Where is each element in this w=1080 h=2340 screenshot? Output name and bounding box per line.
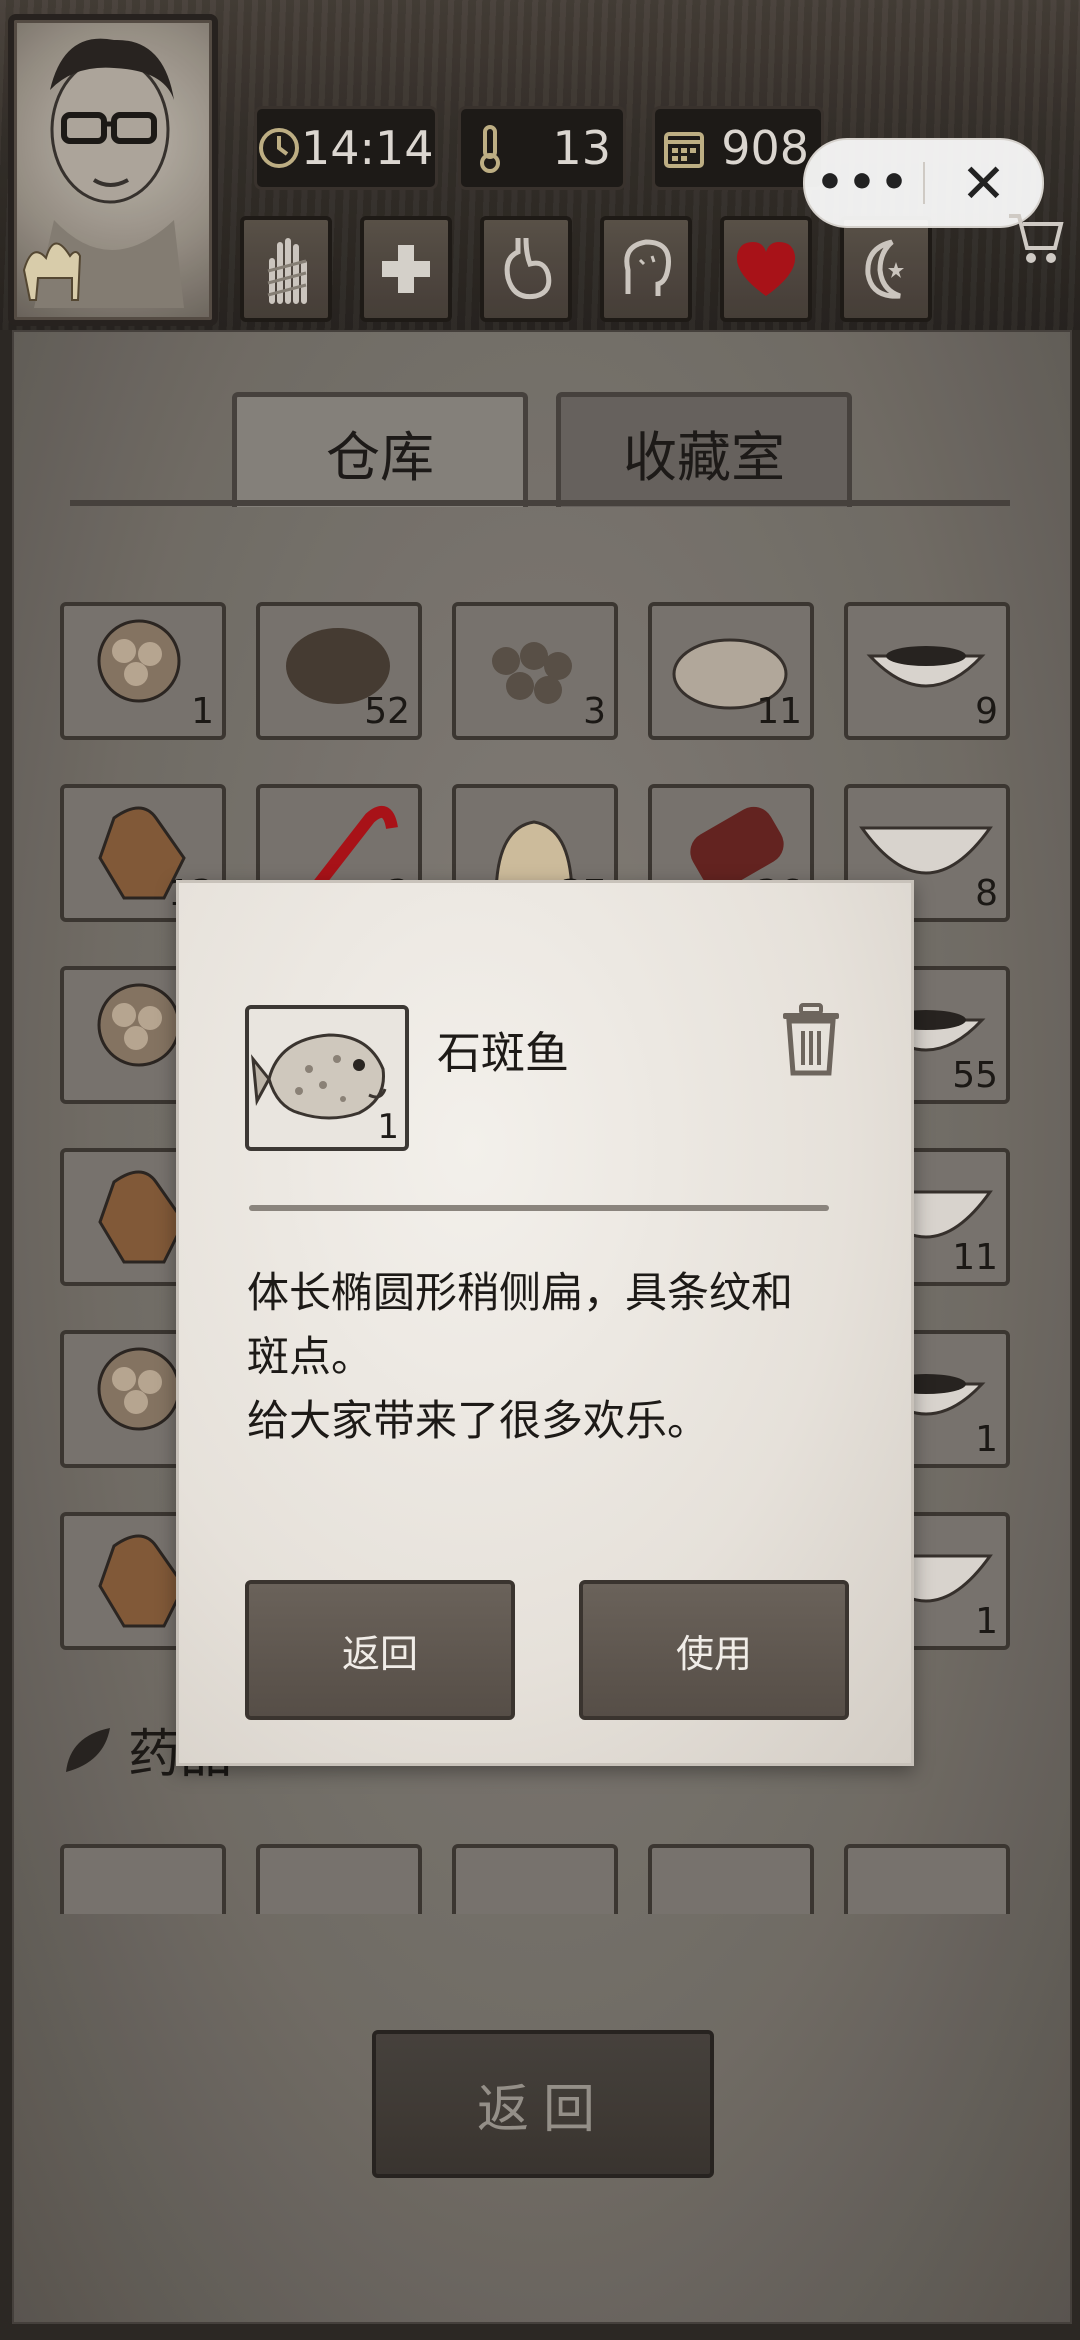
item-name: 石斑鱼 (437, 1028, 569, 1079)
grouper-fish-icon (251, 1033, 387, 1120)
dialog-back-button[interactable]: 返回 (245, 1580, 515, 1720)
item-description-line: 体长椭圆形稍侧扁，具条纹和 (247, 1268, 794, 1317)
dialog-divider (249, 1205, 829, 1211)
more-options-button[interactable]: ••• (805, 161, 923, 205)
shopping-cart-icon[interactable] (1005, 206, 1067, 272)
item-count: 1 (377, 1107, 399, 1147)
use-button[interactable]: 使用 (579, 1580, 849, 1720)
item-detail-dialog: 1 石斑鱼 体长椭圆形稍侧扁，具条纹和 斑点。 给大家带来了很多欢乐。 返回 使… (176, 880, 914, 1766)
item-description-line: 斑点。 (247, 1332, 374, 1381)
item-icon-frame: 1 (245, 1005, 409, 1151)
item-description: 体长椭圆形稍侧扁，具条纹和 斑点。 给大家带来了很多欢乐。 (247, 1261, 847, 1453)
item-description-line: 给大家带来了很多欢乐。 (247, 1396, 710, 1445)
trash-icon[interactable] (779, 1003, 843, 1081)
